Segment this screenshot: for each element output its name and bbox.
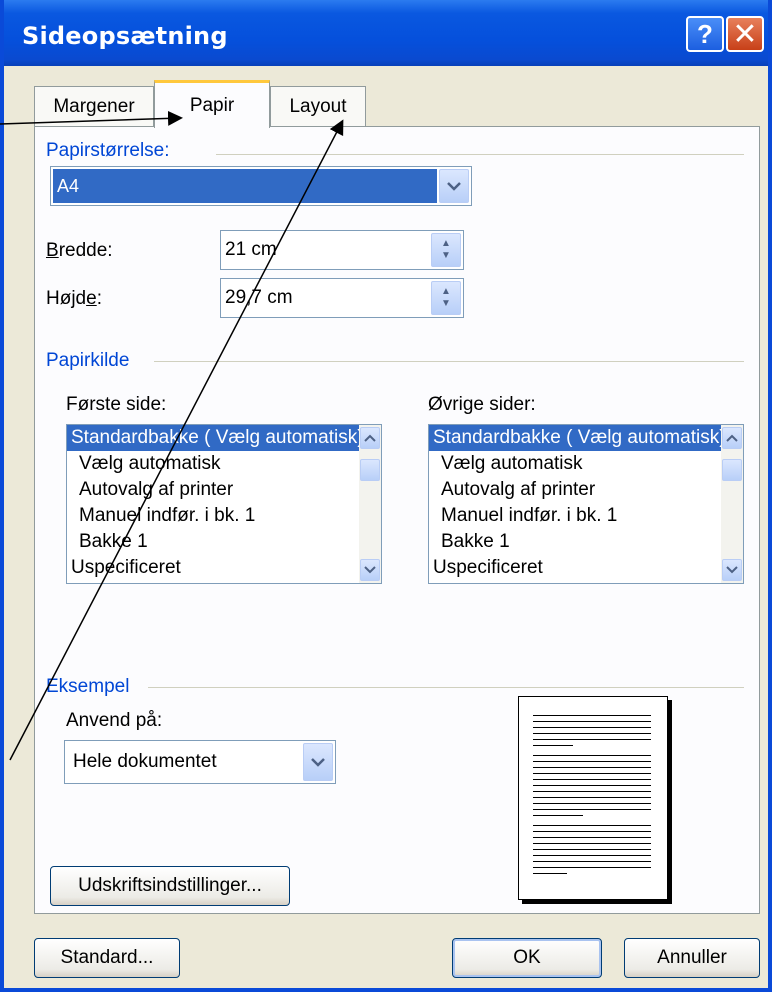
chevron-down-icon[interactable] [303, 743, 333, 781]
ok-button[interactable]: OK [452, 938, 602, 978]
list-item[interactable]: Standardbakke ( Vælg automatisk) [429, 425, 721, 451]
divider [154, 361, 744, 362]
tab-layout-label: Layout [289, 95, 347, 117]
title-bar[interactable]: Sideopsætning ? ✕ [4, 0, 768, 66]
scrollbar[interactable] [359, 425, 381, 583]
list-item[interactable]: Manuel indfør. i bk. 1 [429, 503, 721, 529]
paper-size-label: Papirstørrelse: [46, 140, 170, 161]
list-item[interactable]: Uspecificeret [429, 555, 721, 581]
tab-margener-label: Margener [53, 95, 135, 117]
chevron-down-icon[interactable] [439, 169, 469, 203]
scroll-down-icon[interactable] [722, 559, 742, 581]
other-pages-list[interactable]: Standardbakke ( Vælg automatisk) Vælg au… [428, 424, 744, 584]
list-item[interactable]: Autovalg af printer [429, 477, 721, 503]
cancel-label: Annuller [657, 947, 727, 968]
height-label: Højde: [46, 288, 102, 309]
ok-label: OK [513, 947, 541, 968]
page-preview [518, 696, 668, 900]
first-page-list[interactable]: Standardbakke ( Vælg automatisk) Vælg au… [66, 424, 382, 584]
tab-layout[interactable]: Layout [270, 86, 366, 126]
list-item[interactable]: Bakke 1 [67, 529, 359, 555]
list-item[interactable]: Manuel indfør. i bk. 1 [67, 503, 359, 529]
list-item[interactable]: Uspecificeret [67, 555, 359, 581]
default-label: Standard... [60, 947, 154, 968]
list-item[interactable]: Standardbakke ( Vælg automatisk) [67, 425, 359, 451]
spin-arrows-icon[interactable]: ▲ ▼ [431, 233, 461, 267]
scroll-up-icon[interactable] [722, 427, 742, 449]
paper-size-value: A4 [53, 169, 437, 203]
paper-source-label: Papirkilde [46, 350, 130, 371]
tab-margener[interactable]: Margener [34, 86, 154, 126]
apply-to-label: Anvend på: [66, 710, 163, 731]
default-button[interactable]: Standard... [34, 938, 180, 978]
scrollbar[interactable] [721, 425, 743, 583]
print-options-button[interactable]: Udskriftsindstillinger... [50, 866, 290, 906]
scroll-thumb[interactable] [360, 459, 380, 481]
print-options-label: Udskriftsindstillinger... [78, 875, 262, 896]
width-spinner[interactable]: 21 cm ▲ ▼ [220, 230, 464, 270]
spin-arrows-icon[interactable]: ▲ ▼ [431, 281, 461, 315]
help-icon: ? [697, 18, 713, 49]
apply-to-value: Hele dokumentet [73, 751, 217, 772]
list-item[interactable]: Vælg automatisk [429, 451, 721, 477]
scroll-up-icon[interactable] [360, 427, 380, 449]
help-button[interactable]: ? [686, 16, 724, 52]
tab-papir[interactable]: Papir [154, 80, 270, 128]
height-spinner[interactable]: 29,7 cm ▲ ▼ [220, 278, 464, 318]
divider [216, 154, 744, 155]
width-label: Bredde: [46, 240, 113, 261]
paper-size-select[interactable]: A4 [50, 166, 472, 206]
width-value: 21 cm [225, 239, 277, 260]
height-value: 29,7 cm [225, 287, 293, 308]
divider [148, 687, 744, 688]
window-title: Sideopsætning [22, 22, 228, 50]
close-icon: ✕ [732, 17, 758, 51]
scroll-thumb[interactable] [722, 459, 742, 481]
other-pages-label: Øvrige sider: [428, 394, 536, 415]
apply-to-select[interactable]: Hele dokumentet [64, 740, 336, 784]
page-setup-dialog: Sideopsætning ? ✕ Margener Papir Layout … [0, 0, 772, 992]
list-item[interactable]: Bakke 1 [429, 529, 721, 555]
tab-papir-label: Papir [189, 94, 235, 116]
preview-label: Eksempel [46, 676, 130, 697]
scroll-down-icon[interactable] [360, 559, 380, 581]
close-button[interactable]: ✕ [726, 16, 764, 52]
first-page-label: Første side: [66, 394, 167, 415]
list-item[interactable]: Vælg automatisk [67, 451, 359, 477]
cancel-button[interactable]: Annuller [624, 938, 760, 978]
list-item[interactable]: Autovalg af printer [67, 477, 359, 503]
